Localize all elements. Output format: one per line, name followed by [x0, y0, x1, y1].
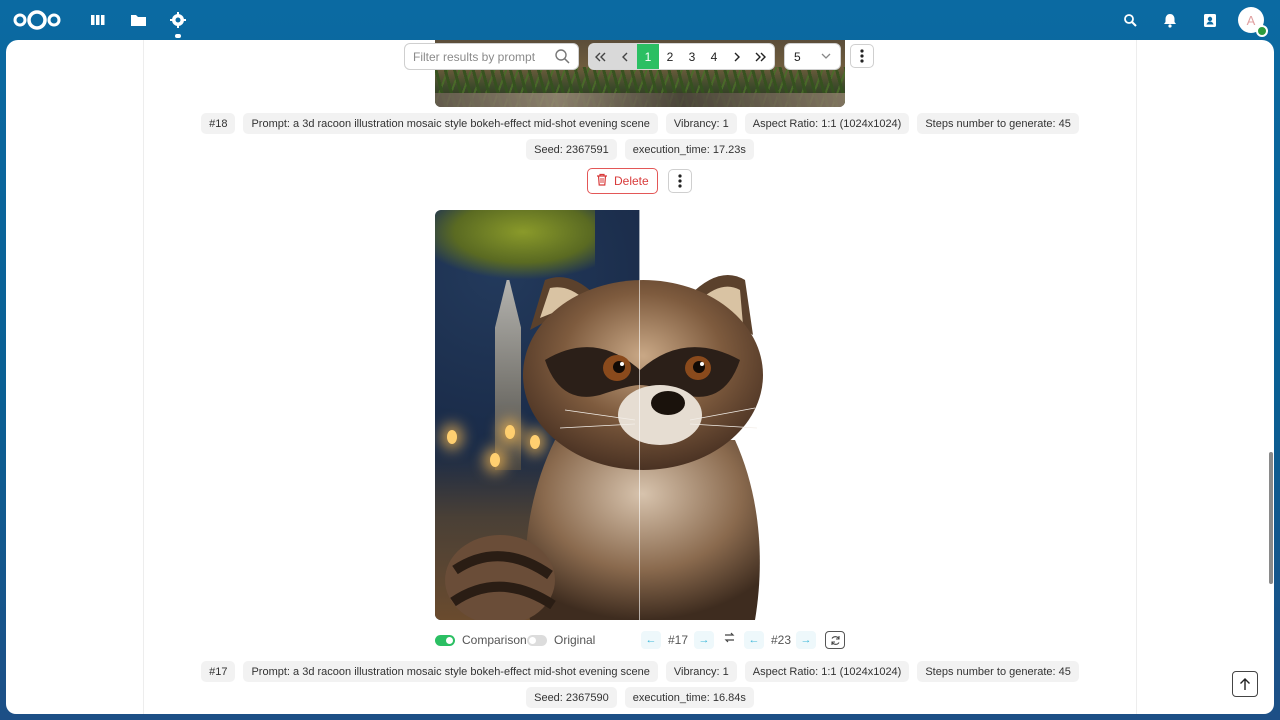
search-icon[interactable]: [1120, 10, 1140, 30]
search-icon: [555, 49, 570, 67]
prompt-chip: Prompt: a 3d racoon illustration mosaic …: [243, 661, 658, 682]
ai-image-app-icon[interactable]: [168, 10, 188, 38]
user-avatar[interactable]: A: [1238, 7, 1268, 37]
seed-chip: Seed: 2367591: [526, 139, 617, 160]
comparison-image-slider[interactable]: [435, 210, 776, 620]
vibrancy-chip: Vibrancy: 1: [665, 661, 737, 682]
online-status-icon: [1256, 25, 1268, 37]
result-more-menu-icon[interactable]: [668, 169, 692, 193]
filter-placeholder: Filter results by prompt: [413, 49, 536, 64]
execution-time-chip: execution_time: 16.84s: [624, 687, 754, 708]
delete-label: Delete: [614, 174, 649, 188]
page-2-button[interactable]: 2: [659, 44, 681, 69]
right-prev-arrow-icon[interactable]: ←: [744, 631, 764, 649]
prompt-chip: Prompt: a 3d racoon illustration mosaic …: [243, 113, 658, 134]
execution-time-chip: execution_time: 17.23s: [624, 139, 754, 160]
comparison-toggle-switch[interactable]: [435, 634, 455, 646]
main-content: Filter results by prompt 1 2 3 4 5 #18 P…: [6, 40, 1274, 714]
filter-input[interactable]: Filter results by prompt: [404, 43, 579, 70]
steps-chip: Steps number to generate: 45: [917, 113, 1079, 134]
next-page-icon[interactable]: [725, 44, 748, 69]
right-next-arrow-icon[interactable]: →: [796, 631, 816, 649]
nextcloud-logo-icon[interactable]: [12, 9, 62, 31]
comparison-label: Comparison: [462, 633, 527, 647]
seed-chip: Seed: 2367590: [526, 687, 617, 708]
result-18-meta-row-2: Seed: 2367591 execution_time: 17.23s: [6, 139, 1274, 160]
original-toggle[interactable]: Original: [527, 633, 595, 647]
original-label: Original: [554, 633, 596, 647]
comparison-divider-handle[interactable]: [639, 210, 640, 620]
scrollbar[interactable]: [1269, 452, 1273, 584]
aspect-ratio-chip: Aspect Ratio: 1:1 (1024x1024): [744, 661, 910, 682]
aspect-ratio-chip: Aspect Ratio: 1:1 (1024x1024): [744, 113, 910, 134]
comparison-toggle[interactable]: Comparison: [435, 633, 527, 647]
delete-button[interactable]: Delete: [587, 168, 658, 194]
page-1-button[interactable]: 1: [637, 44, 659, 69]
contacts-icon[interactable]: [1200, 10, 1220, 30]
avatar-letter: A: [1246, 12, 1256, 28]
raccoon-image: [445, 275, 763, 620]
result-id: #18: [201, 113, 236, 134]
result-17-meta-row-2: Seed: 2367590 execution_time: 16.84s: [6, 687, 1274, 708]
chevron-down-icon: [820, 50, 832, 65]
scroll-to-top-button[interactable]: [1232, 671, 1258, 697]
per-page-select[interactable]: 5: [784, 43, 841, 70]
last-page-icon[interactable]: [748, 44, 771, 69]
first-page-icon[interactable]: [589, 44, 613, 69]
page-3-button[interactable]: 3: [681, 44, 703, 69]
right-image-id: #23: [771, 633, 792, 647]
vibrancy-chip: Vibrancy: 1: [665, 113, 737, 134]
result-18-meta-row: #18 Prompt: a 3d racoon illustration mos…: [6, 113, 1274, 134]
left-image-id: #17: [668, 633, 689, 647]
page-4-button[interactable]: 4: [703, 44, 725, 69]
left-next-arrow-icon[interactable]: →: [694, 631, 714, 649]
toolbar-more-menu-icon[interactable]: [850, 44, 874, 68]
left-prev-arrow-icon[interactable]: ←: [641, 631, 661, 649]
pagination: 1 2 3 4: [588, 43, 775, 70]
top-bar: A: [0, 0, 1280, 40]
swap-icon[interactable]: [724, 632, 735, 643]
refresh-icon[interactable]: [825, 631, 845, 649]
result-17-meta-row: #17 Prompt: a 3d racoon illustration mos…: [6, 661, 1274, 682]
files-folder-icon[interactable]: [128, 10, 148, 30]
trash-icon: [596, 173, 608, 189]
steps-chip: Steps number to generate: 45: [917, 661, 1079, 682]
original-toggle-switch[interactable]: [527, 634, 547, 646]
per-page-value: 5: [794, 49, 801, 64]
notifications-bell-icon[interactable]: [1160, 10, 1180, 30]
result-id: #17: [201, 661, 236, 682]
prev-page-icon[interactable]: [613, 44, 637, 69]
dashboard-icon[interactable]: [88, 10, 108, 30]
